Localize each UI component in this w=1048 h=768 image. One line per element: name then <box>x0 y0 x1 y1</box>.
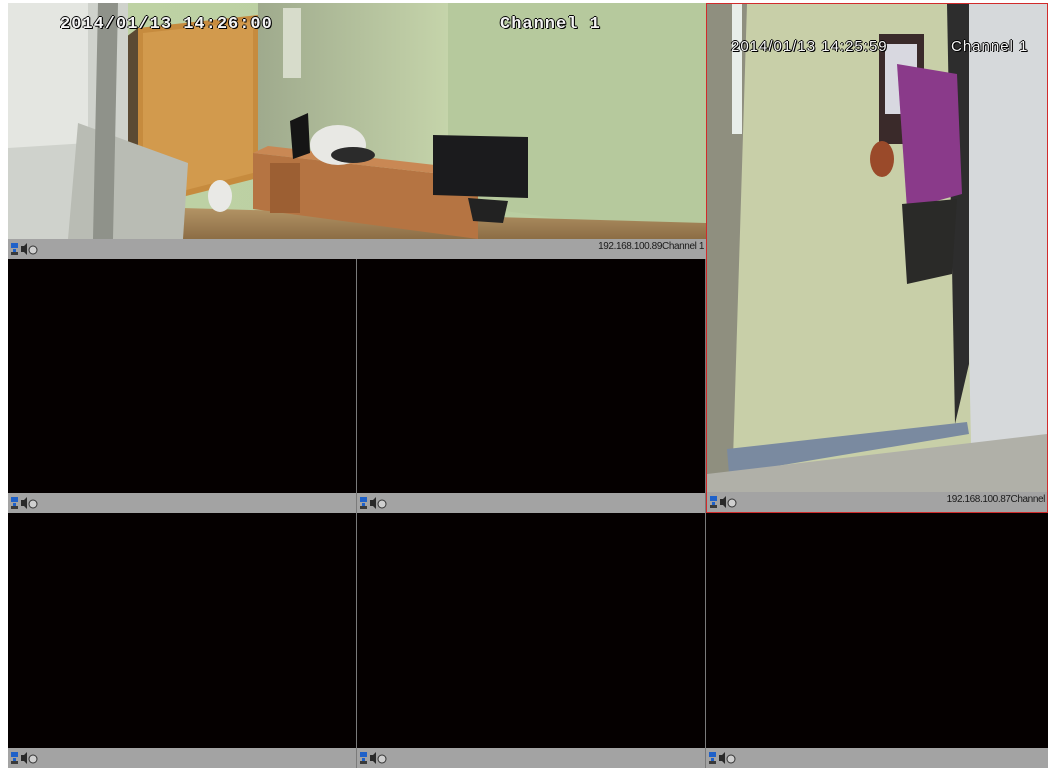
status-bar <box>357 493 705 513</box>
status-icons <box>709 495 737 509</box>
record-icon <box>726 754 736 764</box>
network-icon <box>710 496 717 508</box>
network-icon <box>11 243 18 255</box>
hallway-scene <box>707 4 1047 492</box>
record-icon <box>377 499 387 509</box>
status-icons <box>708 751 736 765</box>
status-bar <box>706 748 1048 768</box>
network-icon <box>709 752 716 764</box>
camera-address-label: 192.168.100.89Channel 1 <box>598 241 704 252</box>
status-bar: 192.168.100.89Channel 1 <box>8 239 706 259</box>
network-icon <box>360 497 367 509</box>
record-icon <box>727 498 737 508</box>
video-feed-right[interactable]: 2014/01/13 14:25:59 Channel 1 <box>707 4 1047 492</box>
status-icons <box>10 496 38 510</box>
osd-channel: Channel 1 <box>500 15 601 34</box>
camera-tile-empty[interactable] <box>357 513 706 768</box>
camera-tile-empty[interactable] <box>706 513 1048 768</box>
camera-tile-main[interactable]: 2014/01/13 14:26:00 Channel 1 192.168.10… <box>8 3 706 259</box>
office-scene <box>8 3 706 239</box>
audio-icon <box>370 752 376 764</box>
status-icons <box>359 751 387 765</box>
network-icon <box>360 752 367 764</box>
status-icons <box>10 751 38 765</box>
audio-icon <box>21 497 27 509</box>
network-icon <box>11 497 18 509</box>
video-feed-empty[interactable] <box>8 259 356 493</box>
audio-icon <box>370 497 376 509</box>
camera-tile-empty[interactable] <box>357 259 706 513</box>
osd-channel: Channel 1 <box>951 38 1029 55</box>
video-feed-empty[interactable] <box>357 259 705 493</box>
video-feed-empty[interactable] <box>706 513 1048 748</box>
status-bar <box>8 493 356 513</box>
status-bar: 192.168.100.87Channel <box>707 492 1047 512</box>
status-bar <box>8 748 356 768</box>
osd-timestamp: 2014/01/13 14:25:59 <box>731 38 888 55</box>
status-icons <box>359 496 387 510</box>
audio-icon <box>21 243 27 255</box>
record-icon <box>28 754 38 764</box>
osd-timestamp: 2014/01/13 14:26:00 <box>60 15 273 34</box>
audio-icon <box>21 752 27 764</box>
camera-tile-selected[interactable]: 2014/01/13 14:25:59 Channel 1 192.168.10… <box>706 3 1048 513</box>
audio-icon <box>720 496 726 508</box>
camera-address-label: 192.168.100.87Channel <box>946 494 1046 505</box>
status-icons <box>10 242 38 256</box>
video-feed-empty[interactable] <box>357 513 705 748</box>
record-icon <box>28 245 38 255</box>
record-icon <box>28 499 38 509</box>
camera-tile-empty[interactable] <box>8 259 357 513</box>
record-icon <box>377 754 387 764</box>
video-feed-empty[interactable] <box>8 513 356 748</box>
camera-tile-empty[interactable] <box>8 513 357 768</box>
camera-grid: 2014/01/13 14:26:00 Channel 1 192.168.10… <box>8 3 1048 768</box>
network-icon <box>11 752 18 764</box>
status-bar <box>357 748 705 768</box>
audio-icon <box>719 752 725 764</box>
video-feed-main[interactable]: 2014/01/13 14:26:00 Channel 1 <box>8 3 706 239</box>
